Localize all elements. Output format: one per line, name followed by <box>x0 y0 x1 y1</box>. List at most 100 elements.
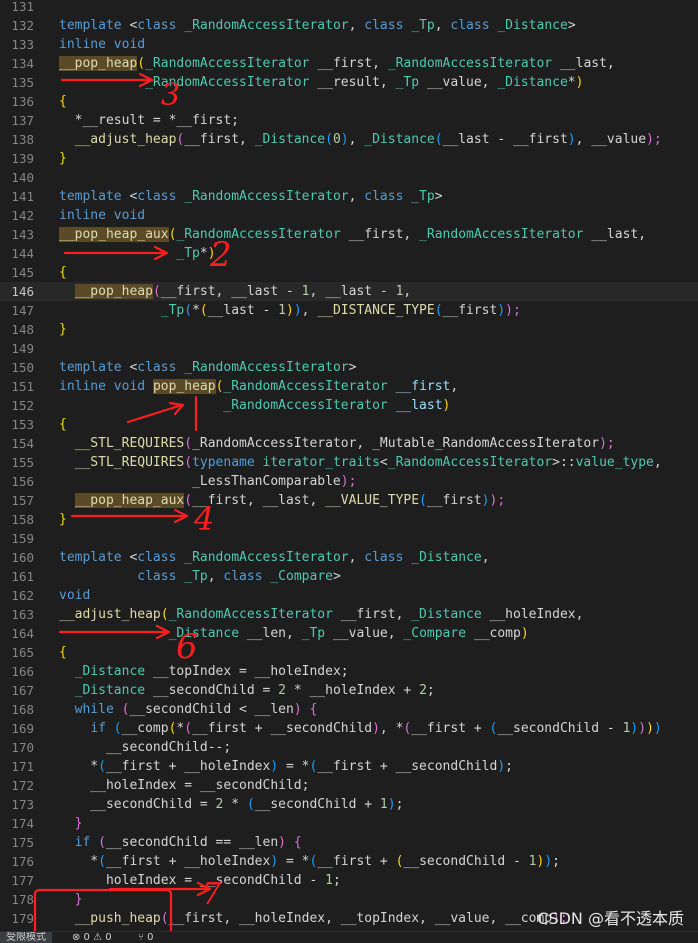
code-line[interactable]: 164 _Distance __len, _Tp __value, _Compa… <box>0 624 698 643</box>
code-text[interactable]: holeIndex = __secondChild - 1; <box>59 871 341 890</box>
code-line[interactable]: 174 } <box>0 814 698 833</box>
code-line[interactable]: 165 { <box>0 643 698 662</box>
code-token: __value, <box>325 626 404 641</box>
code-text[interactable]: } <box>59 814 83 833</box>
code-text[interactable]: __STL_REQUIRES(typename iterator_traits<… <box>59 453 662 472</box>
code-text[interactable]: { <box>59 415 67 434</box>
code-text[interactable]: _Distance __secondChild = 2 * __holeInde… <box>59 681 435 700</box>
code-line[interactable]: 145 { <box>0 263 698 282</box>
code-line[interactable]: 140 <box>0 168 698 187</box>
code-text[interactable]: _RandomAccessIterator __result, _Tp __va… <box>59 73 583 92</box>
ports-indicator[interactable]: ⑂ 0 <box>138 932 154 943</box>
code-line[interactable]: 151 inline void pop_heap(_RandomAccessIte… <box>0 377 698 396</box>
code-line[interactable]: 136 { <box>0 92 698 111</box>
code-text[interactable]: __adjust_heap(__first, _Distance(0), _Di… <box>59 130 662 149</box>
code-line[interactable]: 131 <box>0 0 698 16</box>
restricted-mode-indicator[interactable]: 受限模式 <box>0 932 52 943</box>
code-editor[interactable]: 131 132 template <class _RandomAccessItera… <box>0 0 698 932</box>
code-text[interactable]: _LessThanComparable); <box>59 472 356 491</box>
code-line[interactable]: 139} <box>0 149 698 168</box>
code-text[interactable]: if (__secondChild == __len) { <box>59 833 302 852</box>
code-line[interactable]: 143 __pop_heap_aux(_RandomAccessIterator … <box>0 225 698 244</box>
code-line[interactable]: 133 inline void <box>0 35 698 54</box>
code-text[interactable]: template <class _RandomAccessIterator, c… <box>59 16 576 35</box>
code-text[interactable]: *__result = *__first; <box>59 111 239 130</box>
code-line[interactable]: 148} <box>0 320 698 339</box>
code-line[interactable]: 157 __pop_heap_aux(__first, __last, __VA… <box>0 491 698 510</box>
code-line[interactable]: 146 __pop_heap(__first, __last - 1, __la… <box>0 282 698 301</box>
code-text[interactable]: _Tp*) <box>59 244 215 263</box>
code-text[interactable]: __pop_heap(_RandomAccessIterator __first… <box>59 54 615 73</box>
code-line[interactable]: 167 _Distance __secondChild = 2 * __hole… <box>0 681 698 700</box>
code-line[interactable]: 155 __STL_REQUIRES(typename iterator_tra… <box>0 453 698 472</box>
code-text[interactable]: _Distance __topIndex = __holeIndex; <box>59 662 349 681</box>
code-line[interactable]: 158} <box>0 510 698 529</box>
code-line[interactable]: 162 void <box>0 586 698 605</box>
code-line[interactable]: 149 <box>0 339 698 358</box>
code-text[interactable]: inline void <box>59 35 145 54</box>
code-text[interactable]: __STL_REQUIRES(_RandomAccessIterator, _M… <box>59 434 615 453</box>
code-text[interactable]: } <box>59 510 67 529</box>
code-line[interactable]: 154 __STL_REQUIRES(_RandomAccessIterator… <box>0 434 698 453</box>
code-text[interactable]: template <class _RandomAccessIterator, c… <box>59 187 443 206</box>
code-line[interactable]: 152 _RandomAccessIterator __last) <box>0 396 698 415</box>
code-line[interactable]: 170 __secondChild--; <box>0 738 698 757</box>
code-text[interactable]: __pop_heap(__first, __last - 1, __last -… <box>59 282 411 301</box>
code-line[interactable]: 135 _RandomAccessIterator __result, _Tp … <box>0 73 698 92</box>
code-line[interactable]: 173 __secondChild = 2 * (__secondChild +… <box>0 795 698 814</box>
code-line[interactable]: 150 template <class _RandomAccessIterator… <box>0 358 698 377</box>
code-text[interactable]: __push_heap(__first, __holeIndex, __topI… <box>59 909 568 928</box>
code-line[interactable]: 177 holeIndex = __secondChild - 1; <box>0 871 698 890</box>
code-text[interactable]: *(__first + __holeIndex) = *(__first + _… <box>59 757 513 776</box>
code-token: ( <box>246 797 255 812</box>
code-text[interactable]: _Tp(*(__last - 1)), __DISTANCE_TYPE(__fi… <box>59 301 521 320</box>
code-text[interactable]: void <box>59 586 90 605</box>
code-line[interactable]: 168 while (__secondChild < __len) { <box>0 700 698 719</box>
code-text[interactable]: while (__secondChild < __len) { <box>59 700 318 719</box>
code-line[interactable]: 176 *(__first + __holeIndex) = *(__first… <box>0 852 698 871</box>
code-text[interactable]: template <class _RandomAccessIterator> <box>59 358 356 377</box>
code-line[interactable]: 141 template <class _RandomAccessIterator… <box>0 187 698 206</box>
code-text[interactable]: __holeIndex = __secondChild; <box>59 776 309 795</box>
code-line[interactable]: 175 if (__secondChild == __len) { <box>0 833 698 852</box>
code-line[interactable]: 147 _Tp(*(__last - 1)), __DISTANCE_TYPE(… <box>0 301 698 320</box>
code-line[interactable]: 134 __pop_heap(_RandomAccessIterator __fi… <box>0 54 698 73</box>
code-line[interactable]: 156 _LessThanComparable); <box>0 472 698 491</box>
code-text[interactable]: { <box>59 92 67 111</box>
code-line[interactable]: 142 inline void <box>0 206 698 225</box>
code-text[interactable]: _Distance __len, _Tp __value, _Compare _… <box>59 624 529 643</box>
problems-indicator[interactable]: ⊗ 0 ⚠ 0 <box>72 932 112 943</box>
code-line[interactable]: 144 _Tp*) <box>0 244 698 263</box>
code-text[interactable]: *(__first + __holeIndex) = *(__first + (… <box>59 852 560 871</box>
code-text[interactable]: template <class _RandomAccessIterator, c… <box>59 548 490 567</box>
code-text[interactable]: __pop_heap_aux(__first, __last, __VALUE_… <box>59 491 505 510</box>
code-text[interactable]: } <box>59 149 67 168</box>
code-text[interactable]: _RandomAccessIterator __last) <box>59 396 450 415</box>
code-line[interactable]: 137 *__result = *__first; <box>0 111 698 130</box>
code-line[interactable]: 159 <box>0 529 698 548</box>
code-token: ) <box>575 75 584 90</box>
code-text[interactable]: { <box>59 263 67 282</box>
code-line[interactable]: 171 *(__first + __holeIndex) = *(__first… <box>0 757 698 776</box>
code-line[interactable]: 161 class _Tp, class _Compare> <box>0 567 698 586</box>
code-line[interactable]: 153 { <box>0 415 698 434</box>
code-text[interactable]: __secondChild = 2 * (__secondChild + 1); <box>59 795 403 814</box>
code-text[interactable]: __pop_heap_aux(_RandomAccessIterator __f… <box>59 225 646 244</box>
code-text[interactable]: __secondChild--; <box>59 738 231 757</box>
code-line[interactable]: 160 template <class _RandomAccessIterator… <box>0 548 698 567</box>
code-line[interactable]: 172 __holeIndex = __secondChild; <box>0 776 698 795</box>
code-text[interactable]: } <box>59 890 83 909</box>
code-text[interactable]: if (__comp(*(__first + __secondChild), *… <box>59 719 661 738</box>
code-token: ) <box>270 759 279 774</box>
code-line[interactable]: 138 __adjust_heap(__first, _Distance(0),… <box>0 130 698 149</box>
code-text[interactable]: { <box>59 643 67 662</box>
code-text[interactable]: inline void <box>59 206 145 225</box>
code-text[interactable]: class _Tp, class _Compare> <box>59 567 341 586</box>
code-text[interactable]: } <box>59 320 67 339</box>
code-text[interactable]: __adjust_heap(_RandomAccessIterator __fi… <box>59 605 583 624</box>
code-line[interactable]: 169 if (__comp(*(__first + __secondChild… <box>0 719 698 738</box>
code-line[interactable]: 166 _Distance __topIndex = __holeIndex; <box>0 662 698 681</box>
code-line[interactable]: 132 template <class _RandomAccessIterator… <box>0 16 698 35</box>
code-text[interactable]: inline void pop_heap(_RandomAccessIterat… <box>59 377 458 396</box>
code-line[interactable]: 163 __adjust_heap(_RandomAccessIterator _… <box>0 605 698 624</box>
